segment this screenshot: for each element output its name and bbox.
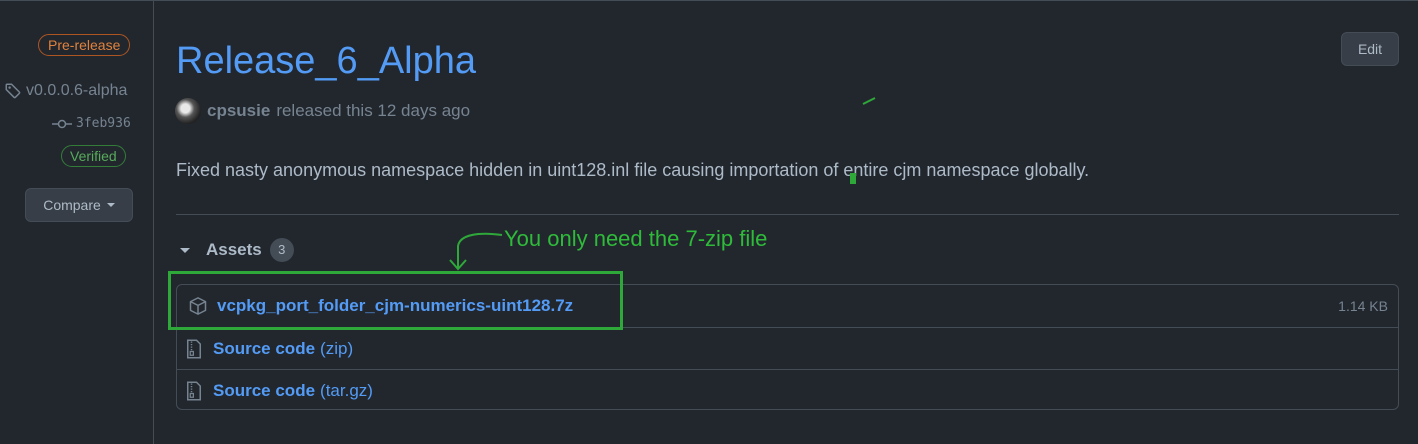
sidebar-divider <box>153 0 154 444</box>
assets-toggle[interactable]: Assets 3 <box>180 238 294 262</box>
release-title[interactable]: Release_6_Alpha <box>176 40 476 83</box>
annotation-mark <box>850 173 856 184</box>
annotation-text: You only need the 7-zip file <box>504 226 768 251</box>
assets-count: 3 <box>269 238 294 262</box>
verified-badge[interactable]: Verified <box>61 145 126 167</box>
asset-row[interactable]: Source code (tar.gz) <box>177 369 1398 411</box>
annotation-highlight-box <box>168 271 623 330</box>
asset-size: 1.14 KB <box>1338 298 1388 314</box>
released-text: released this 12 days ago <box>276 101 471 120</box>
asset-link[interactable]: Source code <box>213 381 315 401</box>
asset-format[interactable]: (zip) <box>320 339 353 359</box>
top-border <box>0 0 1418 1</box>
tag-label: v0.0.0.6-alpha <box>26 82 128 99</box>
section-divider <box>176 214 1399 215</box>
author-link[interactable]: cpsusie <box>207 101 270 121</box>
compare-label: Compare <box>43 197 101 213</box>
asset-row[interactable]: Source code (zip) <box>177 327 1398 369</box>
release-sidebar: Pre-release v0.0.0.6-alpha 3feb936 Verif… <box>0 0 154 444</box>
asset-link[interactable]: Source code <box>213 339 315 359</box>
edit-button[interactable]: Edit <box>1341 32 1399 66</box>
chevron-down-icon <box>106 203 115 207</box>
avatar[interactable] <box>175 98 201 124</box>
tag-icon <box>5 83 21 99</box>
prerelease-badge: Pre-release <box>38 34 131 56</box>
commit-link[interactable]: 3feb936 <box>52 116 131 131</box>
asset-format[interactable]: (tar.gz) <box>320 381 373 401</box>
file-zip-icon <box>183 380 205 402</box>
assets-title: Assets <box>206 240 262 259</box>
release-description: Fixed nasty anonymous namespace hidden i… <box>176 160 1090 180</box>
git-commit-icon <box>52 119 72 128</box>
tag-link[interactable]: v0.0.0.6-alpha <box>4 82 127 100</box>
release-byline: cpsusie released this 12 days ago <box>175 98 470 124</box>
compare-button[interactable]: Compare <box>25 188 133 222</box>
annotation-stroke <box>862 97 876 105</box>
commit-sha: 3feb936 <box>76 116 131 131</box>
triangle-down-icon <box>180 247 190 253</box>
annotation-arrow-icon <box>449 232 503 271</box>
file-zip-icon <box>183 338 205 360</box>
